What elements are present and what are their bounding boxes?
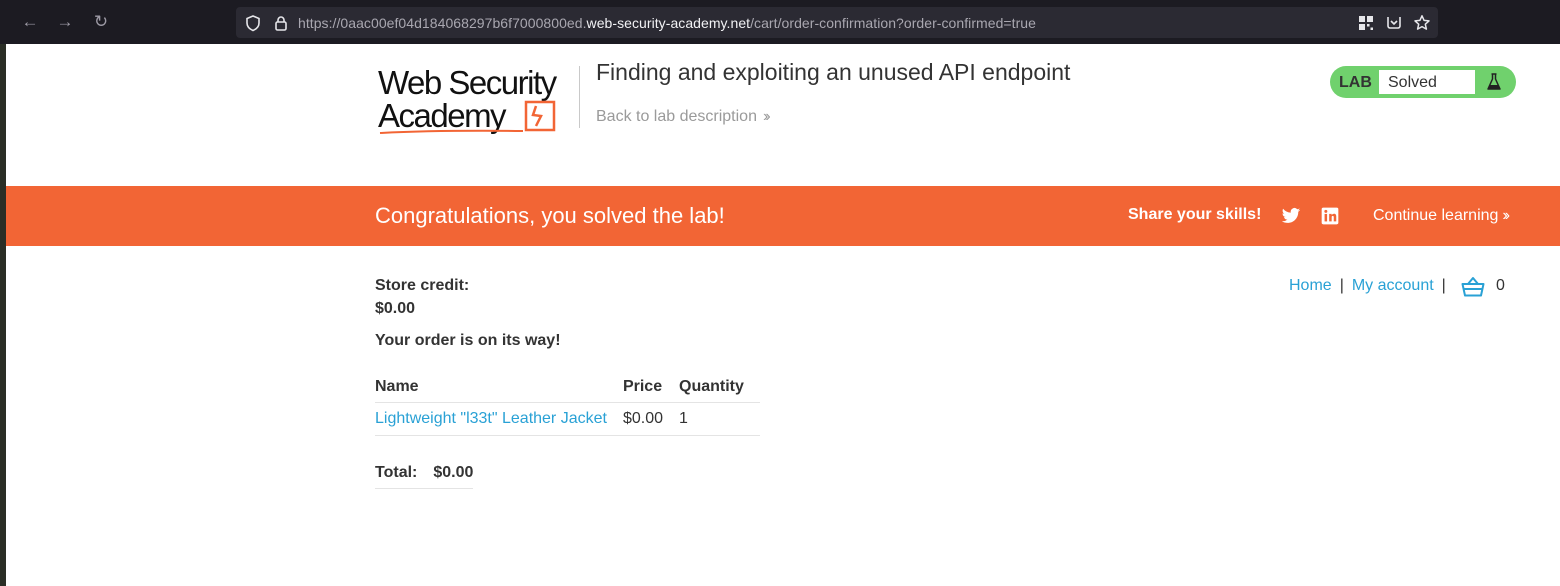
nav-separator: |: [1339, 277, 1344, 294]
web-security-academy-logo[interactable]: Web Security Academy: [378, 64, 578, 136]
account-nav: Home | My account |: [1289, 277, 1454, 295]
logo-line2: Academy: [378, 97, 507, 134]
forward-arrow-icon[interactable]: →: [55, 12, 75, 32]
browser-toolbar: ← → ↻ https://0aac00ef04d184068297b6f700…: [0, 0, 1560, 44]
solved-banner: Congratulations, you solved the lab! Sha…: [6, 186, 1560, 246]
reload-icon[interactable]: ↻: [91, 12, 111, 32]
lab-state-text: Solved: [1388, 74, 1437, 91]
lock-icon[interactable]: [272, 14, 290, 32]
product-name-cell: Lightweight "l33t" Leather Jacket: [375, 402, 623, 436]
linkedin-icon[interactable]: [1320, 206, 1340, 226]
order-total: Total: $0.00: [375, 464, 473, 489]
double-chevron-right-icon: ››: [1502, 207, 1509, 224]
product-link[interactable]: Lightweight "l33t" Leather Jacket: [375, 410, 607, 427]
back-arrow-icon[interactable]: ←: [20, 12, 40, 32]
back-link-label: Back to lab description: [596, 108, 757, 125]
share-skills-label: Share your skills!: [1128, 206, 1262, 223]
product-price-cell: $0.00: [622, 402, 679, 436]
store-credit-value: $0.00: [375, 300, 416, 317]
total-label: Total:: [375, 464, 418, 481]
pocket-save-icon[interactable]: [1385, 14, 1403, 32]
shield-icon[interactable]: [244, 14, 262, 32]
logo-line1: Web Security: [378, 64, 558, 101]
lab-state-box: Solved: [1378, 69, 1476, 95]
congratulations-message: Congratulations, you solved the lab!: [375, 203, 725, 228]
logo-divider: [579, 66, 580, 128]
column-header-quantity: Quantity: [679, 370, 760, 403]
lab-title: Finding and exploiting an unused API end…: [596, 59, 1071, 85]
table-row: Lightweight "l33t" Leather Jacket $0.00 …: [375, 402, 760, 436]
total-value: $0.00: [433, 464, 474, 481]
store-credit-label: Store credit:: [375, 277, 470, 294]
continue-learning-link[interactable]: Continue learning ››: [1373, 207, 1510, 225]
shopping-basket-icon[interactable]: [1461, 276, 1485, 298]
product-quantity-cell: 1: [679, 402, 760, 436]
column-header-price: Price: [622, 370, 679, 403]
double-chevron-right-icon: ››: [762, 108, 770, 125]
web-page: Web Security Academy Finding and exploit…: [6, 44, 1560, 586]
column-header-name: Name: [375, 370, 623, 403]
table-header-row: Name Price Quantity: [375, 370, 760, 403]
home-link[interactable]: Home: [1289, 277, 1332, 294]
nav-separator: |: [1441, 277, 1446, 294]
bookmark-star-icon[interactable]: [1413, 14, 1431, 32]
continue-learning-label: Continue learning: [1373, 207, 1499, 224]
my-account-link[interactable]: My account: [1352, 277, 1434, 294]
order-table: Name Price Quantity Lightweight "l33t" L…: [375, 370, 760, 436]
lab-tag: LAB: [1339, 74, 1372, 91]
lab-status-widget: LAB Solved: [1330, 66, 1516, 98]
qr-code-icon[interactable]: [1357, 14, 1375, 32]
url-domain: web-security-academy.net: [586, 15, 751, 31]
order-status-message: Your order is on its way!: [375, 332, 561, 349]
address-bar[interactable]: https://0aac00ef04d184068297b6f7000800ed…: [236, 7, 1438, 38]
flask-icon: [1487, 73, 1501, 90]
cart-item-count[interactable]: 0: [1496, 277, 1505, 295]
url-text[interactable]: https://0aac00ef04d184068297b6f7000800ed…: [298, 15, 1036, 31]
url-path: /cart/order-confirmation?order-confirmed…: [750, 15, 1036, 31]
twitter-icon[interactable]: [1281, 206, 1301, 226]
url-prefix: https://0aac00ef04d184068297b6f7000800ed…: [298, 15, 587, 31]
back-to-lab-link[interactable]: Back to lab description ››: [596, 108, 770, 126]
